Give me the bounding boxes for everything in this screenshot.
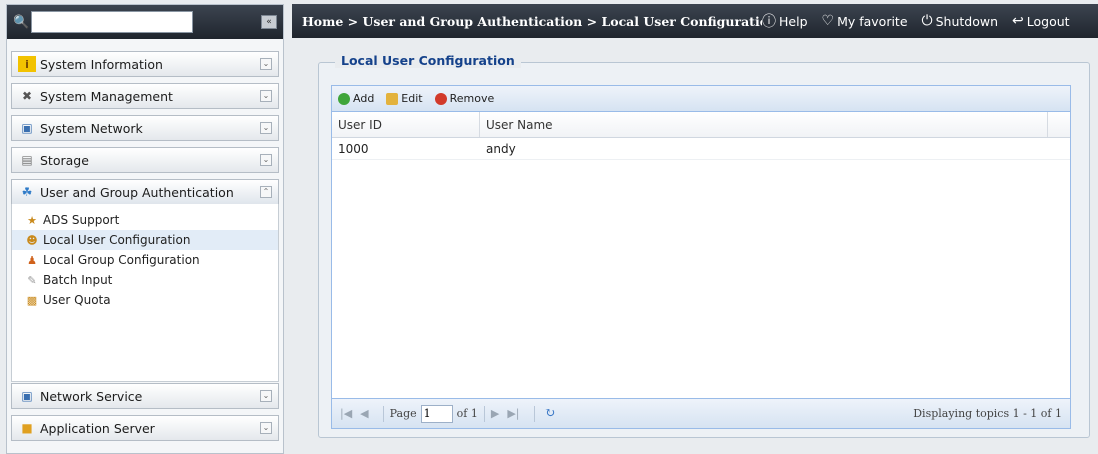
power-icon: ⏻ [921,13,933,29]
header-links: ⓘ Help ♡ My favorite ⏻ Shutdown ↩ Logout [762,11,1070,31]
network-icon: ▣ [21,121,33,135]
add-label: Add [353,92,375,105]
refresh-icon[interactable]: ↻ [545,406,556,421]
divider [382,405,384,422]
cell-user-name: andy [486,141,516,156]
logout-link[interactable]: ↩ Logout [1012,13,1070,29]
sub-item-label: Local Group Configuration [43,253,200,267]
last-page-icon[interactable]: ▶| [507,407,519,420]
page-count-label: of 1 [456,407,478,420]
menu-item-label: System Information [40,56,163,72]
help-icon: ⓘ [762,14,776,30]
menu-item-storage[interactable]: ▤ Storage ⌄ [11,147,279,173]
top-header: Home > User and Group Authentication > L… [292,4,1098,38]
local-group-icon: ♟ [27,253,37,267]
menu-item-label: Storage [40,152,89,168]
prev-page-icon[interactable]: ◀ [360,407,368,420]
page-number-input[interactable] [420,404,453,423]
breadcrumb[interactable]: Home > User and Group Authentication > L… [302,14,762,29]
menu-item-user-group-authentication[interactable]: ☘ User and Group Authentication ⌃ [11,179,279,205]
page-label: Page [389,407,417,420]
pagination-bar: |◀ ◀ Page of 1 ▶ ▶| ↻ Displaying topics … [332,398,1070,428]
divider [483,405,485,422]
menu-item-label: System Management [40,88,173,104]
page: 🔍 « i System Information ⌄ ✖ System Mana… [0,0,1098,454]
menu-item-label: User and Group Authentication [40,184,234,200]
sidebar: 🔍 « i System Information ⌄ ✖ System Mana… [6,4,284,454]
local-user-panel: Local User Configuration Add Edit Remove… [318,53,1090,438]
local-user-icon: ☻ [26,233,38,247]
chevron-down-icon[interactable]: ⌄ [260,390,272,402]
tools-icon: ✖ [21,89,33,103]
sub-item-label: Local User Configuration [43,233,191,247]
table-row[interactable]: 1000 andy [332,138,1070,160]
menu-item-application-server[interactable]: ■ Application Server ⌄ [11,415,279,441]
submenu-user-group: ★ ADS Support ☻ Local User Configuration… [11,204,279,382]
batch-icon: ✎ [27,273,37,287]
info-icon: i [18,56,36,72]
sidebar-item-ads-support[interactable]: ★ ADS Support [20,210,278,230]
sidebar-item-local-group-configuration[interactable]: ♟ Local Group Configuration [20,250,278,270]
edit-icon [386,92,399,105]
users-icon: ☘ [21,185,33,199]
favorite-label: My favorite [837,13,908,29]
chevron-down-icon[interactable]: ⌄ [260,122,272,134]
next-page-icon[interactable]: ▶ [491,407,499,420]
grid-toolbar: Add Edit Remove [332,86,1070,112]
remove-button[interactable]: Remove [434,92,495,105]
logout-icon: ↩ [1012,13,1024,29]
menu-item-label: Network Service [40,388,143,404]
first-page-icon[interactable]: |◀ [340,407,352,420]
sidebar-item-user-quota[interactable]: ▩ User Quota [20,290,278,310]
sidebar-item-batch-input[interactable]: ✎ Batch Input [20,270,278,290]
chevron-down-icon[interactable]: ⌄ [260,154,272,166]
paging-status: Displaying topics 1 - 1 of 1 [913,407,1062,420]
storage-icon: ▤ [21,153,33,167]
menu-item-system-information[interactable]: i System Information ⌄ [11,51,279,77]
sub-item-label: User Quota [43,293,111,307]
chevron-down-icon[interactable]: ⌄ [260,90,272,102]
column-header-user-name[interactable]: User Name [480,112,1048,137]
sidebar-search-bar: 🔍 « [7,5,283,39]
collapse-sidebar-button[interactable]: « [261,15,277,29]
chevron-down-icon[interactable]: ⌄ [260,422,272,434]
divider [533,405,535,422]
logout-label: Logout [1026,13,1070,29]
sub-item-label: Batch Input [43,273,113,287]
remove-icon [434,92,447,105]
cell-user-id: 1000 [338,141,369,156]
network-service-icon: ▣ [21,389,33,403]
menu-item-label: Application Server [40,420,155,436]
help-label: Help [779,13,808,29]
remove-label: Remove [449,92,495,105]
menu-item-system-network[interactable]: ▣ System Network ⌄ [11,115,279,141]
user-grid: Add Edit Remove User ID User Name 1000 a… [331,85,1071,429]
favorite-link[interactable]: ♡ My favorite [822,13,908,29]
ads-icon: ★ [27,213,37,227]
chevron-down-icon[interactable]: ⌄ [260,58,272,70]
add-icon [338,92,350,105]
sidebar-menu: i System Information ⌄ ✖ System Manageme… [7,39,283,382]
add-button[interactable]: Add [338,92,374,105]
menu-item-label: System Network [40,120,143,136]
chevron-up-icon[interactable]: ⌃ [260,186,272,198]
search-icon[interactable]: 🔍 [13,15,31,30]
menu-item-network-service[interactable]: ▣ Network Service ⌄ [11,383,279,409]
app-server-icon: ■ [21,421,33,435]
help-link[interactable]: ⓘ Help [762,11,808,31]
column-header-user-id[interactable]: User ID [332,112,480,137]
page-title: Local User Configuration [335,53,521,68]
sub-item-label: ADS Support [43,213,120,227]
sidebar-menu-bottom: ▣ Network Service ⌄ ■ Application Server… [7,383,283,447]
shutdown-link[interactable]: ⏻ Shutdown [922,13,999,29]
menu-item-system-management[interactable]: ✖ System Management ⌄ [11,83,279,109]
quota-icon: ▩ [26,293,38,307]
sidebar-item-local-user-configuration[interactable]: ☻ Local User Configuration [12,230,278,250]
edit-button[interactable]: Edit [386,92,423,105]
edit-label: Edit [401,92,423,105]
search-input[interactable] [31,11,193,33]
shutdown-label: Shutdown [935,13,999,29]
heart-icon: ♡ [821,13,835,29]
table-header: User ID User Name [332,112,1070,138]
